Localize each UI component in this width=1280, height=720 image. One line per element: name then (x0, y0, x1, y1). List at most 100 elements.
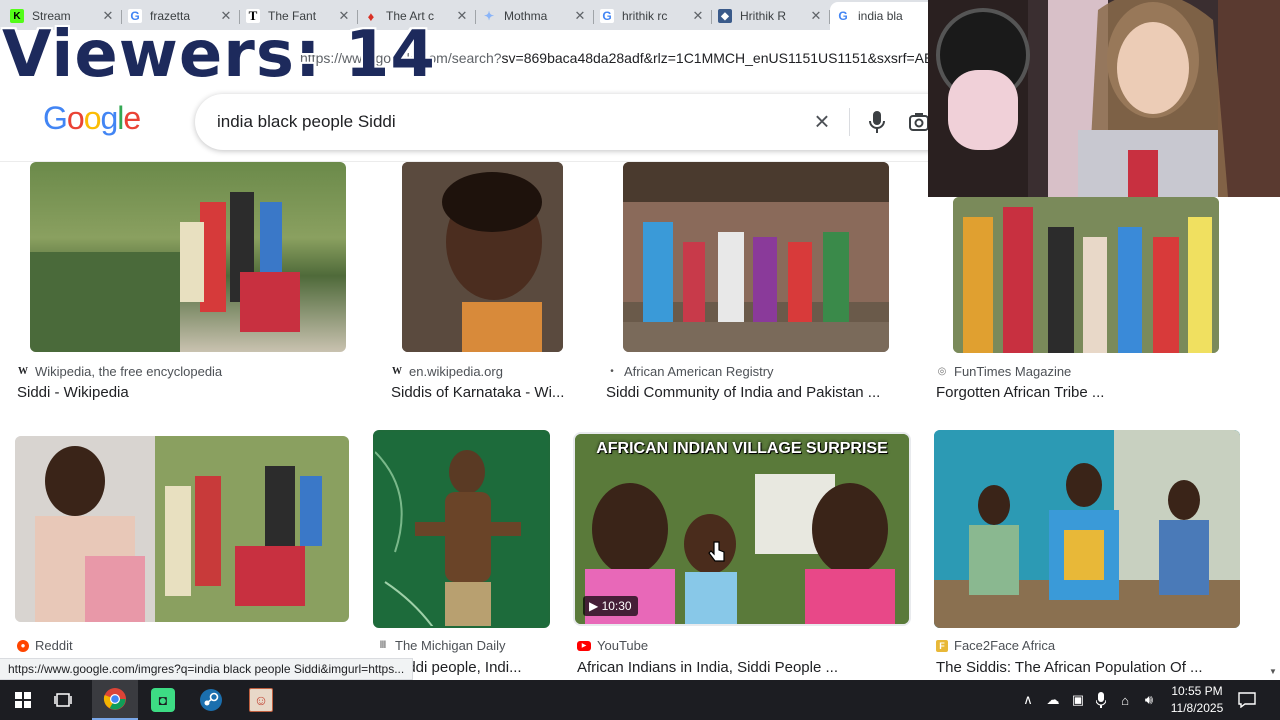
result-source: ▶ YouTube (577, 638, 648, 653)
taskbar-steam[interactable] (188, 680, 234, 720)
page-scrollbar[interactable]: ▼ (1266, 197, 1280, 680)
game-icon: ☺ (249, 688, 273, 712)
source-label: The Michigan Daily (395, 638, 506, 653)
source-label: YouTube (597, 638, 649, 653)
funtimes-icon: ◎ (937, 366, 947, 377)
microphone-icon[interactable] (1092, 680, 1110, 720)
result-source: ◎ FunTimes Magazine (936, 364, 1072, 379)
taskbar-app-green[interactable]: ◘ (140, 680, 186, 720)
reddit-icon: ● (17, 639, 29, 652)
tab-label: Hrithik R (740, 9, 787, 23)
image-result[interactable]: ◎ FunTimes Magazine Forgotten African Tr… (931, 162, 1251, 402)
result-title[interactable]: Forgotten African Tribe ... (936, 384, 1104, 401)
viewers-overlay: Viewers: 14 (2, 18, 436, 92)
video-overlay-title: AFRICAN INDIAN VILLAGE SURPRISE (596, 440, 888, 457)
result-title[interactable]: The Siddis: The African Population Of ..… (936, 659, 1203, 676)
wikipedia-icon: W (18, 366, 28, 377)
taskbar-chrome[interactable] (92, 680, 138, 720)
site-star-icon: ✦ (483, 9, 495, 23)
result-source: W Wikipedia, the free encyclopedia (17, 364, 222, 379)
notifications-icon[interactable] (1236, 680, 1258, 720)
photo-community-group (623, 162, 889, 352)
result-title[interactable]: Siddi Community of India and Pakistan ..… (606, 384, 880, 401)
image-result[interactable]: F Face2Face Africa The Siddis: The Afric… (931, 430, 1251, 680)
result-source: F Face2Face Africa (936, 638, 1055, 653)
windows-taskbar: ◘ ☺ ∧ ☁ ▣ ⌂ 🔊︎ 10:55 PM 11/8/2025 (0, 680, 1280, 720)
task-view-button[interactable] (40, 680, 86, 720)
screen: K Stream ✕ G frazetta ✕ T The Fant ✕ ♦ T… (0, 0, 1280, 720)
taskbar-game[interactable]: ☺ (238, 680, 284, 720)
google-logo[interactable]: Google (43, 100, 141, 137)
result-thumbnail[interactable] (30, 162, 346, 352)
clock[interactable]: 10:55 PM 11/8/2025 (1160, 683, 1234, 717)
result-title[interactable]: Siddi - Wikipedia (17, 384, 129, 401)
image-result[interactable]: • African American Registry Siddi Commun… (601, 162, 911, 402)
clear-icon[interactable]: × (808, 108, 836, 136)
photo-elderly-man (375, 432, 548, 626)
tab-label: Mothma (504, 9, 548, 23)
search-input[interactable] (217, 110, 777, 134)
task-view-icon (54, 693, 72, 707)
source-label: Reddit (35, 638, 73, 653)
registry-icon: • (610, 366, 614, 377)
result-thumbnail[interactable] (953, 197, 1219, 353)
close-icon[interactable]: ✕ (454, 8, 470, 24)
photo-mother-and-children (15, 436, 349, 622)
source-label: en.wikipedia.org (409, 364, 503, 379)
result-source: Ⅲ The Michigan Daily (377, 638, 506, 653)
result-thumbnail[interactable] (402, 162, 563, 352)
youtube-icon: ▶ (577, 640, 591, 651)
duration-badge: ▶ 10:30 (583, 596, 638, 616)
device-icon[interactable]: ▣ (1068, 680, 1088, 720)
mic-icon[interactable] (865, 108, 889, 136)
result-thumbnail[interactable] (934, 430, 1240, 628)
clock-time: 10:55 PM (1171, 684, 1223, 698)
photo-tribe-gathering (953, 197, 1219, 353)
network-icon[interactable]: ⌂ (1114, 680, 1136, 720)
site-diamond-icon: ◆ (718, 9, 732, 23)
result-source: W en.wikipedia.org (391, 364, 503, 379)
status-url: https://www.google.com/imgres?q=india bl… (0, 658, 414, 680)
image-result[interactable]: ● Reddit (10, 430, 355, 680)
volume-icon[interactable]: 🔊︎ (1138, 680, 1160, 720)
result-thumbnail[interactable] (15, 436, 349, 622)
onedrive-icon[interactable]: ☁ (1042, 680, 1064, 720)
image-result[interactable]: Ⅲ The Michigan Daily Siddi people, Indi.… (372, 430, 562, 680)
video-thumbnail[interactable]: AFRICAN INDIAN VILLAGE SURPRISE ▶ 10:30 (575, 434, 909, 624)
duration-text: 10:30 (601, 599, 632, 613)
steam-icon (200, 689, 222, 711)
tab-mothma[interactable]: ✦ Mothma ✕ (476, 2, 594, 30)
video-result[interactable]: AFRICAN INDIAN VILLAGE SURPRISE ▶ 10:30 … (573, 430, 913, 680)
tab-label: hrithik rc (622, 9, 668, 23)
tray-overflow-icon[interactable]: ∧ (1018, 680, 1038, 720)
webcam-feed (928, 0, 1280, 197)
result-title[interactable]: African Indians in India, Siddi People .… (577, 659, 838, 676)
source-label: FunTimes Magazine (954, 364, 1072, 379)
result-thumbnail[interactable] (373, 430, 550, 628)
divider (849, 108, 850, 136)
scroll-down-icon[interactable]: ▼ (1269, 667, 1277, 676)
google-icon: G (836, 9, 850, 23)
close-icon[interactable]: ✕ (808, 8, 824, 24)
close-icon[interactable]: ✕ (690, 8, 706, 24)
photo-women-seated (934, 430, 1240, 628)
app-icon: ◘ (151, 688, 175, 712)
image-result[interactable]: W en.wikipedia.org Siddis of Karnataka -… (386, 162, 580, 402)
tab-hrithik-rc[interactable]: G hrithik rc ✕ (594, 2, 712, 30)
close-icon[interactable]: ✕ (572, 8, 588, 24)
photo-group-children (30, 192, 300, 352)
michigan-daily-icon: Ⅲ (379, 640, 387, 651)
result-title[interactable]: Siddis of Karnataka - Wi... (391, 384, 564, 401)
hand-cursor-icon (708, 541, 725, 562)
result-thumbnail[interactable] (623, 162, 889, 352)
chrome-icon (103, 688, 126, 710)
search-box[interactable]: × (195, 94, 955, 150)
image-result[interactable]: W Wikipedia, the free encyclopedia Siddi… (12, 162, 357, 402)
result-source: • African American Registry (606, 364, 773, 379)
wikipedia-icon: W (392, 366, 402, 377)
tab-hrithik-r[interactable]: ◆ Hrithik R ✕ (712, 2, 830, 30)
windows-icon (15, 692, 31, 708)
google-icon: G (600, 9, 614, 23)
source-label: Face2Face Africa (954, 638, 1056, 653)
source-label: Wikipedia, the free encyclopedia (35, 364, 223, 379)
